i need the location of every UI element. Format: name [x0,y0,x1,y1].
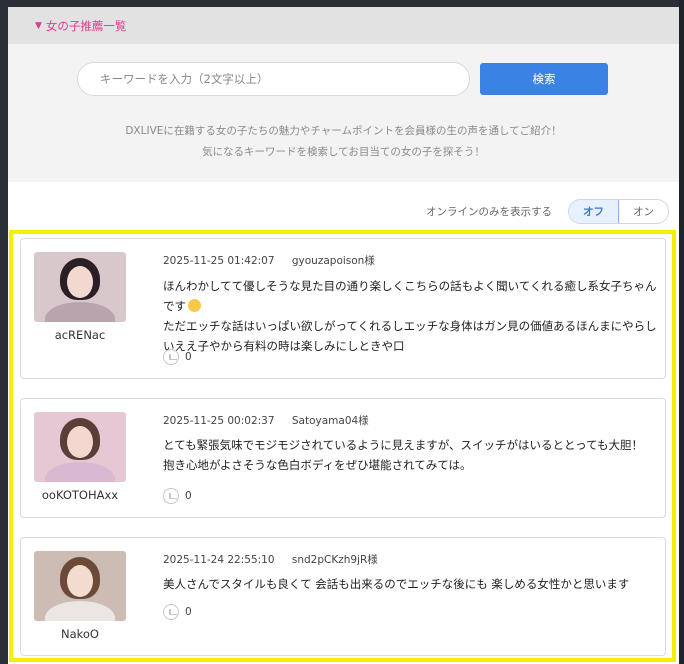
avatar[interactable] [34,551,126,621]
post-author: Satoyama04様 [291,415,369,427]
post-meta: 2025-11-24 22:55:10 snd2pCKzh9jR様 [163,552,378,567]
post-date: 2025-11-25 00:02:37 [163,415,275,427]
post-comment: ほんわかしてて優しそうな見た目の通り楽しくこちらの話もよく聞いてくれる癒し系女子… [163,279,657,353]
online-toggle: オフ オン [568,199,669,224]
recommendation-panel: ▼ 女の子推薦一覧 検索 DXLIVEに在籍する女の子たちの魅力やチャームポイン… [8,7,679,664]
post-comment: 美人さんでスタイルも良くて 会話も出来るのでエッチな後にも 楽しめる女性かと思い… [163,577,630,591]
key-icon[interactable] [163,488,179,504]
caret-down-icon: ▼ [35,20,42,31]
online-filter-label: オンラインのみを表示する [426,206,552,218]
post-author: snd2pCKzh9jR様 [291,554,378,566]
section-header[interactable]: ▼ 女の子推薦一覧 [8,7,679,44]
avatar[interactable] [34,412,126,482]
grinning-emoji-icon [188,299,201,312]
key-icon[interactable] [163,349,179,365]
post-author: gyouzapoison様 [291,255,375,267]
like-control[interactable]: 0 [163,604,192,620]
search-area: 検索 DXLIVEに在籍する女の子たちの魅力やチャームポイントを会員様の生の声を… [8,44,679,182]
results-area: オンラインのみを表示する オフ オン acRENac 2025-11-25 01… [8,182,679,664]
window-edge [679,0,684,664]
username[interactable]: acRENac [21,328,139,342]
like-control[interactable]: 0 [163,488,192,504]
intro-line-2: 気になるキーワードを検索してお目当ての女の子を探そう！ [202,146,485,158]
search-input[interactable] [77,62,470,96]
post-list: acRENac 2025-11-25 01:42:07 gyouzapoison… [9,230,676,662]
key-icon[interactable] [163,604,179,620]
post-date: 2025-11-25 01:42:07 [163,255,275,267]
post-meta: 2025-11-25 00:02:37 Satoyama04様 [163,413,369,428]
post-date: 2025-11-24 22:55:10 [163,554,275,566]
online-filter: オンラインのみを表示する オフ オン [426,199,669,224]
like-control[interactable]: 0 [163,349,192,365]
username[interactable]: ooKOTOHAxx [21,488,139,502]
list-item: ooKOTOHAxx 2025-11-25 00:02:37 Satoyama0… [20,398,666,518]
like-count: 0 [185,351,192,363]
avatar[interactable] [34,252,126,322]
toggle-off-button[interactable]: オフ [569,200,619,223]
like-count: 0 [185,606,192,618]
list-item: NakoO 2025-11-24 22:55:10 snd2pCKzh9jR様 … [20,537,666,656]
search-button[interactable]: 検索 [480,63,608,95]
like-count: 0 [185,490,192,502]
intro-text: DXLIVEに在籍する女の子たちの魅力やチャームポイントを会員様の生の声を通して… [8,121,679,163]
post-comment: とても緊張気味でモジモジされているように見えますが、スイッチがはいるととっても大… [163,438,644,472]
list-item: acRENac 2025-11-25 01:42:07 gyouzapoison… [20,238,666,379]
username[interactable]: NakoO [21,627,139,641]
post-meta: 2025-11-25 01:42:07 gyouzapoison様 [163,253,375,268]
toggle-on-button[interactable]: オン [619,200,668,223]
section-title: 女の子推薦一覧 [45,18,127,33]
intro-line-1: DXLIVEに在籍する女の子たちの魅力やチャームポイントを会員様の生の声を通して… [125,125,562,137]
